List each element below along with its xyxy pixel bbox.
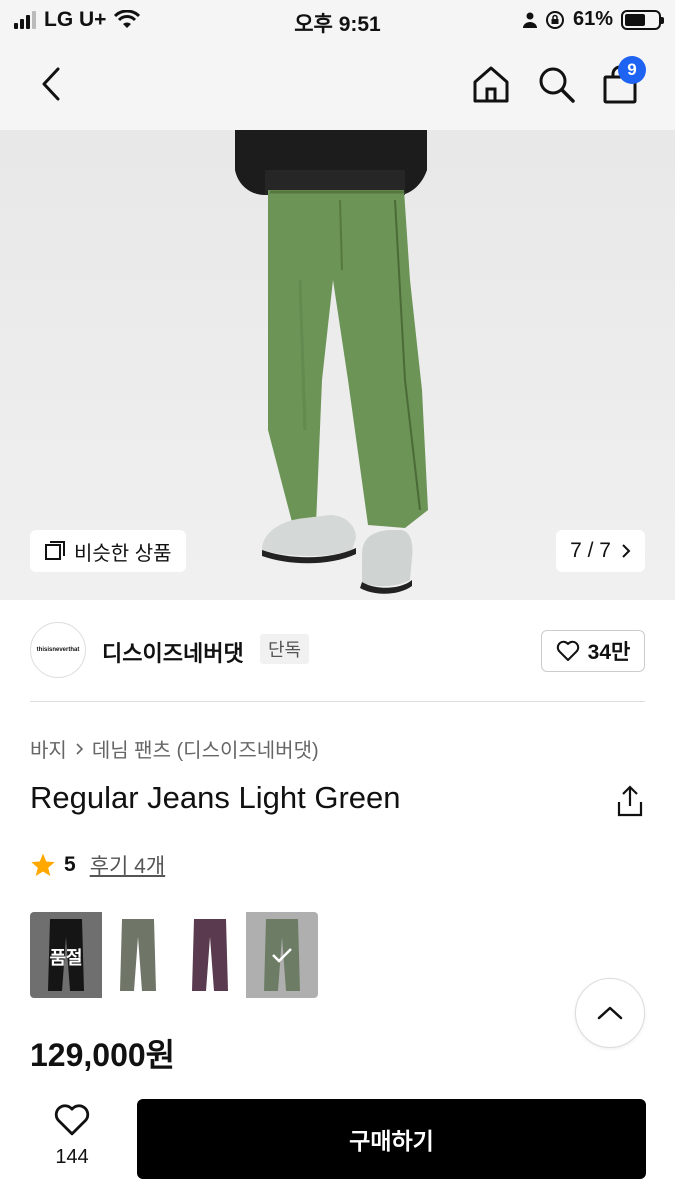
- home-button[interactable]: [469, 62, 513, 106]
- buy-button[interactable]: 구매하기: [137, 1099, 646, 1179]
- color-swatches: 품절: [30, 912, 318, 998]
- rating-row: 5 후기 4개: [30, 850, 165, 880]
- swatch-black[interactable]: 품절: [30, 912, 102, 998]
- star-icon: [31, 853, 55, 877]
- status-bar: LG U+ 오후 9:51 61%: [0, 0, 675, 40]
- breadcrumb-item-category[interactable]: 바지: [30, 734, 67, 763]
- rotation-lock-icon: [545, 10, 564, 29]
- grey-green-pants-thumbnail: [120, 919, 156, 991]
- chevron-up-icon: [597, 1006, 623, 1020]
- brand-logo[interactable]: thisisneverthat: [30, 622, 86, 678]
- image-counter-button[interactable]: 7 / 7: [556, 530, 645, 572]
- back-button[interactable]: [36, 64, 66, 104]
- heart-icon: [54, 1104, 90, 1136]
- chevron-right-icon: [622, 544, 631, 558]
- brand-row: thisisneverthat 디스이즈네버댓 단독 34만: [30, 620, 645, 682]
- brand-name[interactable]: 디스이즈네버댓: [102, 636, 244, 668]
- brand-like-button[interactable]: 34만: [541, 630, 645, 672]
- stacked-squares-icon: [45, 541, 65, 560]
- breadcrumb: 바지 데님 팬츠 (디스이즈네버댓): [30, 734, 319, 763]
- search-button[interactable]: [534, 62, 578, 106]
- brand-like-count: 34만: [587, 641, 631, 664]
- selected-overlay: [246, 912, 318, 998]
- exclusive-badge: 단독: [260, 634, 310, 664]
- swatch-grey-green[interactable]: [102, 912, 174, 998]
- swatch-purple[interactable]: [174, 912, 246, 998]
- heart-icon: [556, 640, 579, 661]
- status-right: 61%: [522, 8, 664, 31]
- share-icon: [617, 785, 643, 817]
- brand-logo-text: thisisneverthat: [36, 647, 80, 653]
- similar-products-button[interactable]: 비슷한 상품: [30, 530, 186, 572]
- similar-products-label: 비슷한 상품: [74, 542, 172, 565]
- bottom-action-bar: 144 구매하기: [0, 1085, 675, 1200]
- checkmark-icon: [272, 948, 292, 963]
- search-icon: [539, 67, 575, 103]
- rating-value: 5: [64, 853, 76, 876]
- product-image-carousel[interactable]: 비슷한 상품 7 / 7: [0, 130, 675, 600]
- top-navigation: 9: [0, 40, 675, 130]
- wishlist-count: 144: [55, 1146, 89, 1168]
- share-button[interactable]: [615, 784, 645, 818]
- scroll-to-top-button[interactable]: [575, 978, 645, 1048]
- battery-percent: 61%: [572, 8, 613, 30]
- cart-count-badge: 9: [618, 56, 646, 84]
- chevron-right-icon: [76, 742, 83, 755]
- person-icon: [522, 12, 537, 28]
- reviews-link[interactable]: 후기 4개: [90, 850, 165, 880]
- home-icon: [473, 66, 509, 103]
- image-counter-label: 7 / 7: [570, 539, 611, 562]
- product-price: 129,000원: [30, 1037, 176, 1073]
- sold-out-label: 품절: [49, 948, 83, 968]
- cart-button[interactable]: 9: [598, 56, 646, 106]
- battery-icon: [621, 9, 664, 30]
- product-title: Regular Jeans Light Green: [30, 780, 401, 815]
- chevron-left-icon: [42, 67, 60, 101]
- wishlist-button[interactable]: 144: [40, 1103, 104, 1169]
- swatch-light-green[interactable]: [246, 912, 318, 998]
- purple-pants-thumbnail: [192, 919, 228, 991]
- divider: [30, 701, 645, 702]
- breadcrumb-item-subcategory[interactable]: 데님 팬츠 (디스이즈네버댓): [92, 734, 319, 763]
